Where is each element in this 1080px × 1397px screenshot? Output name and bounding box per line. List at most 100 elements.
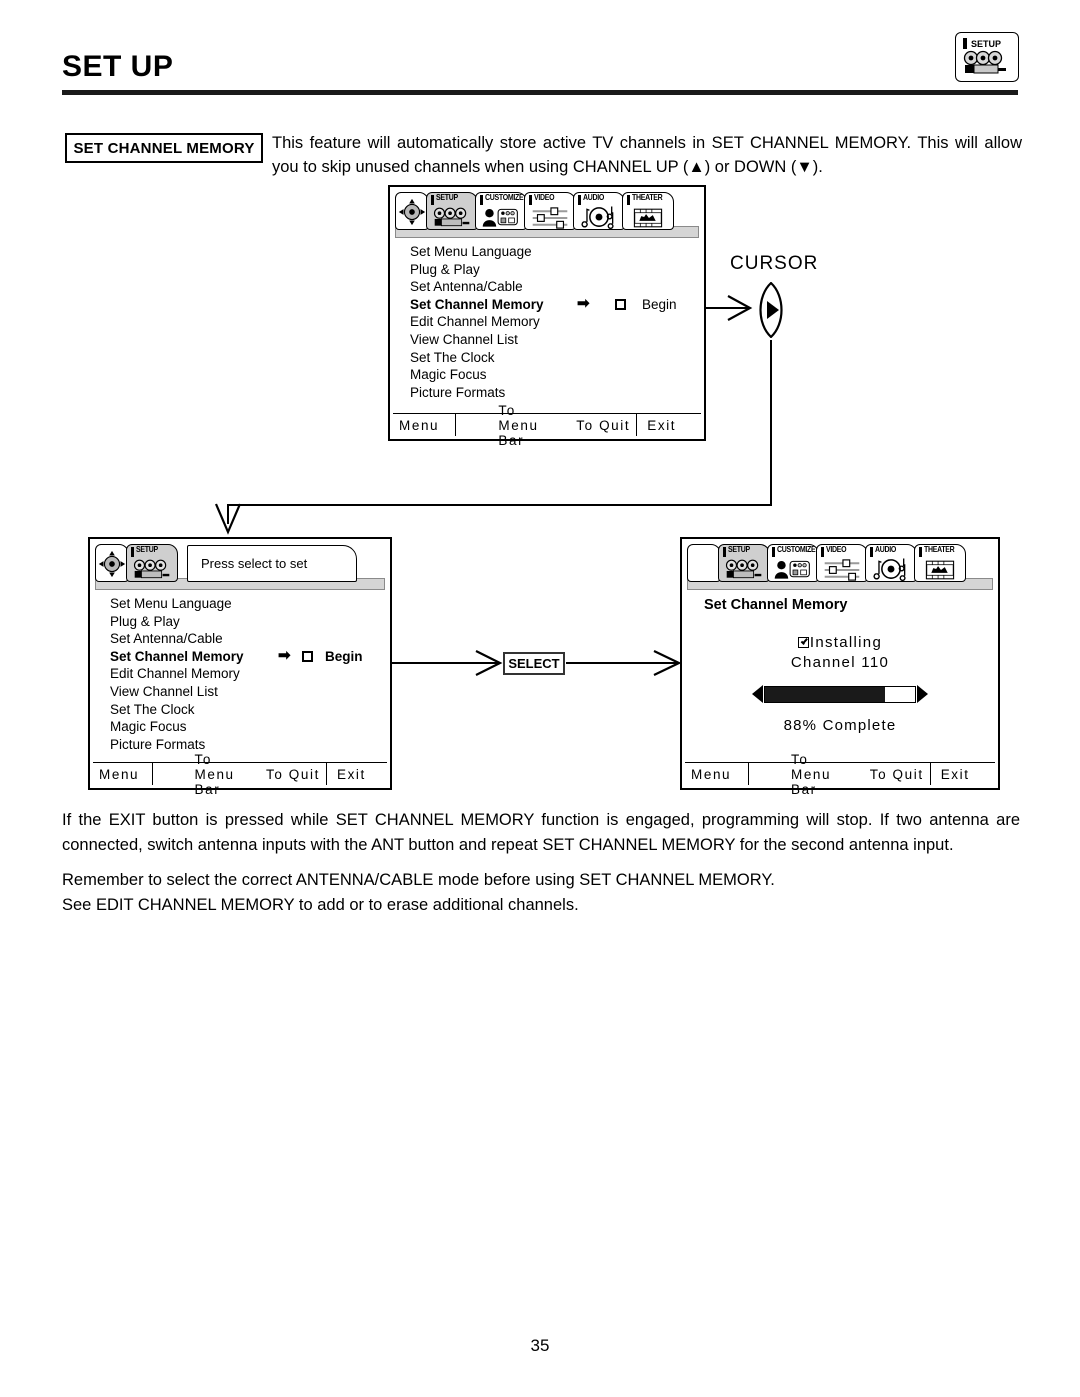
progress-body: Set Channel Memory Installing Channel 11… xyxy=(688,591,992,758)
select-button[interactable]: SELECT xyxy=(503,652,565,675)
tab-theater[interactable]: THEATER xyxy=(622,192,674,230)
setup-menu-screen: SETUP CUSTOMIZE VIDEO AUDIO THEATER Set … xyxy=(388,185,706,448)
begin-label: Begin xyxy=(325,648,363,664)
menu-item-set-channel-memory[interactable]: Set Channel Memory ➡ Begin xyxy=(410,295,698,314)
menu-item-plug-and-play[interactable]: Plug & Play xyxy=(410,261,698,279)
audio-speaker-icon xyxy=(873,558,906,581)
menu-item-plug-and-play[interactable]: Plug & Play xyxy=(110,613,384,631)
menu-item-set-menu-language[interactable]: Set Menu Language xyxy=(410,243,698,261)
callout-label: SET CHANNEL MEMORY xyxy=(73,139,255,157)
menu-item-magic-focus[interactable]: Magic Focus xyxy=(110,718,384,736)
channel-line: Channel 110 xyxy=(790,654,890,671)
page-root: SET UP SETUP SET CHANNEL MEMORY This fea… xyxy=(0,0,1080,1397)
setup-menu-screen-selected: Press select to set SETUP Set Menu Langu… xyxy=(88,537,392,797)
tab-cursor[interactable] xyxy=(95,544,129,582)
menu-item-magic-focus[interactable]: Magic Focus xyxy=(410,366,698,384)
footer-exit[interactable]: Exit xyxy=(636,414,701,436)
menu-item-picture-formats[interactable]: Picture Formats xyxy=(410,384,698,402)
tab-audio[interactable]: AUDIO xyxy=(865,544,917,582)
menu-item-set-the-clock[interactable]: Set The Clock xyxy=(110,701,384,719)
installing-line: Installing xyxy=(688,633,992,653)
tab-tick xyxy=(870,547,873,557)
footer-to-quit[interactable]: To Quit xyxy=(831,763,930,785)
menu-item-label: Set Menu Language xyxy=(110,596,232,611)
setup-icon: SETUP xyxy=(955,32,1019,82)
hint-text: Press select to set xyxy=(201,556,308,571)
menu-item-set-the-clock[interactable]: Set The Clock xyxy=(410,349,698,367)
menu-item-set-channel-memory[interactable]: Set Channel Memory ➡ Begin xyxy=(110,646,384,666)
menu-item-set-antenna-cable[interactable]: Set Antenna/Cable xyxy=(110,630,384,648)
menu-item-label: Plug & Play xyxy=(410,261,480,277)
tab-blank[interactable] xyxy=(687,544,721,582)
tab-customize-label: CUSTOMIZE xyxy=(777,546,816,555)
tab-customize[interactable]: CUSTOMIZE xyxy=(475,192,527,230)
menu-item-view-channel-list[interactable]: View Channel List xyxy=(410,331,698,349)
screen-footer: Menu To Menu Bar To Quit Exit xyxy=(93,752,387,797)
tab-cursor[interactable] xyxy=(395,192,429,230)
menu-tab-list: SETUP CUSTOMIZE VIDEO AUDIO THEATER xyxy=(395,192,674,230)
video-sliders-icon xyxy=(532,207,568,229)
begin-label: Begin xyxy=(642,296,677,312)
menu-item-set-antenna-cable[interactable]: Set Antenna/Cable xyxy=(410,278,698,296)
setup-menu-list: Set Menu Language Plug & Play Set Antenn… xyxy=(96,591,384,753)
tab-customize[interactable]: CUSTOMIZE xyxy=(767,544,819,582)
note-paragraph-2: Remember to select the correct ANTENNA/C… xyxy=(62,871,775,914)
footer-exit[interactable]: Exit xyxy=(325,763,387,785)
installing-label: Installing xyxy=(809,634,883,651)
page-title: SET UP xyxy=(62,50,174,83)
menu-item-edit-channel-memory[interactable]: Edit Channel Memory xyxy=(110,665,384,683)
menu-item-label: Set The Clock xyxy=(410,349,495,365)
footer-exit[interactable]: Exit xyxy=(929,763,995,785)
tab-setup[interactable]: SETUP xyxy=(426,192,478,230)
right-arrow-icon: ➡ xyxy=(278,646,291,664)
screen-footer: Menu To Menu Bar To Quit Exit xyxy=(393,403,701,448)
dpad-cursor-icon xyxy=(398,198,426,226)
menu-item-set-menu-language[interactable]: Set Menu Language xyxy=(110,595,384,613)
menu-item-label: Picture Formats xyxy=(110,736,206,752)
tab-setup[interactable]: SETUP xyxy=(718,544,770,582)
tab-audio-label: AUDIO xyxy=(875,546,897,555)
page-number: 35 xyxy=(530,1336,550,1355)
footer-menu[interactable]: Menu xyxy=(393,414,455,436)
note-paragraph-1: If the EXIT button is pressed while SET … xyxy=(62,811,1020,854)
customize-person-icon xyxy=(482,208,518,227)
theater-film-icon xyxy=(633,208,663,228)
progress-bar xyxy=(764,685,916,703)
tab-theater[interactable]: THEATER xyxy=(914,544,966,582)
setup-camera-icon xyxy=(433,207,470,227)
tab-tick xyxy=(627,195,630,205)
tab-tick xyxy=(723,547,726,557)
tab-setup[interactable]: SETUP xyxy=(126,544,178,582)
setup-camera-icon xyxy=(725,559,762,579)
begin-checkbox[interactable] xyxy=(615,298,626,310)
menu-tab-list: SETUP xyxy=(95,544,178,582)
menu-item-label: Set Channel Memory xyxy=(110,648,244,664)
footer-menu[interactable]: Menu xyxy=(685,763,748,785)
footer-to-menu-bar[interactable]: To Menu Bar xyxy=(151,752,235,797)
tv-menu-bar: SETUP CUSTOMIZE VIDEO AUDIO THEATER xyxy=(687,544,993,590)
theater-film-icon xyxy=(925,560,955,580)
begin-checkbox[interactable] xyxy=(302,650,313,662)
tab-theater-label: THEATER xyxy=(924,546,955,555)
menu-item-view-channel-list[interactable]: View Channel List xyxy=(110,683,384,701)
menu-item-edit-channel-memory[interactable]: Edit Channel Memory xyxy=(410,313,698,331)
tab-tick xyxy=(529,195,532,205)
tab-video-label: VIDEO xyxy=(534,194,555,203)
menu-item-picture-formats[interactable]: Picture Formats xyxy=(110,736,384,754)
footer-to-quit[interactable]: To Quit xyxy=(539,414,637,436)
menu-item-label: View Channel List xyxy=(410,331,518,347)
footer-to-menu-bar[interactable]: To Menu Bar xyxy=(747,752,831,797)
progress-title: Set Channel Memory xyxy=(704,597,848,613)
menu-item-label: Set Antenna/Cable xyxy=(410,279,523,295)
footer-menu[interactable]: Menu xyxy=(93,763,152,785)
progress-bar-row xyxy=(688,685,992,703)
customize-person-icon xyxy=(774,560,810,579)
setup-camera-icon xyxy=(133,559,170,579)
tab-video[interactable]: VIDEO xyxy=(524,192,576,230)
footer-to-quit[interactable]: To Quit xyxy=(235,763,326,785)
tab-audio[interactable]: AUDIO xyxy=(573,192,625,230)
tab-video[interactable]: VIDEO xyxy=(816,544,868,582)
tab-customize-label: CUSTOMIZE xyxy=(485,194,524,203)
footer-to-menu-bar[interactable]: To Menu Bar xyxy=(455,403,538,448)
svg-text:SETUP: SETUP xyxy=(971,39,1001,49)
